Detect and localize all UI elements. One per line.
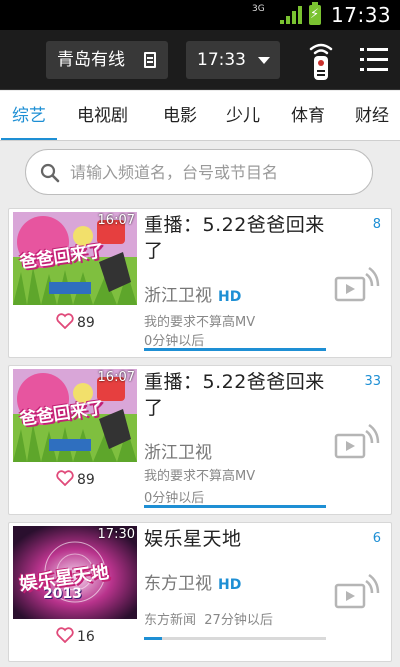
progress-bar	[144, 637, 326, 640]
program-title: 娱乐星天地	[144, 528, 242, 550]
program-title: 重播：5.22爸爸回来了	[144, 371, 325, 419]
program-name: 东方新闻 27分钟以后	[144, 613, 273, 628]
heart-icon	[56, 627, 74, 643]
cast-tv-icon[interactable]	[334, 421, 380, 461]
tab-kids[interactable]: 少儿	[215, 91, 271, 140]
program-title: 重播：5.22爸爸回来了	[144, 214, 325, 262]
like-count[interactable]: 89	[56, 313, 95, 333]
category-tabs: 综艺 电视剧 电影 少儿 体育 财经	[0, 91, 400, 141]
heart-icon	[56, 313, 74, 329]
region-label: 青岛有线	[57, 50, 125, 70]
viewer-count: 6	[372, 531, 381, 546]
viewer-count: 33	[364, 374, 381, 389]
signal-icon	[280, 6, 302, 24]
program-card[interactable]: 爸爸回来了 16:07 89 重播：5.22爸爸回来了 浙江卫视 HD 我的要求不…	[8, 208, 392, 358]
thumbnail-time: 17:30	[97, 527, 135, 542]
program-thumbnail: 爸爸回来了 16:07	[13, 369, 137, 462]
channel-name: 浙江卫视 HD	[144, 286, 242, 306]
progress-bar	[144, 348, 326, 351]
network-type: 3G	[252, 4, 265, 14]
time-info: 0分钟以后	[144, 334, 205, 349]
search-input[interactable]	[70, 158, 360, 186]
progress-fill	[144, 348, 326, 351]
cast-tv-icon[interactable]	[334, 571, 380, 611]
program-name: 我的要求不算高MV	[144, 469, 256, 484]
status-bar: 3G ⚡ 17:33	[0, 0, 400, 30]
program-card[interactable]: 娱乐星天地 2013 17:30 16 娱乐星天地 东方卫视 HD 东方新闻 27…	[8, 522, 392, 662]
tab-variety[interactable]: 综艺	[1, 91, 57, 140]
program-card[interactable]: 爸爸回来了 16:07 89 重播：5.22爸爸回来了 浙江卫视 我的要求不算高…	[8, 365, 392, 515]
viewer-count: 8	[372, 217, 381, 232]
cast-tv-icon[interactable]	[334, 264, 380, 304]
thumbnail-time: 16:07	[97, 370, 135, 385]
program-thumbnail: 娱乐星天地 2013 17:30	[13, 526, 137, 619]
like-count[interactable]: 89	[56, 470, 95, 490]
time-label: 17:33	[197, 50, 246, 70]
top-bar: 青岛有线 17:33	[0, 30, 400, 90]
program-name: 我的要求不算高MV	[144, 315, 256, 330]
tab-tv-series[interactable]: 电视剧	[66, 91, 139, 140]
channel-name: 浙江卫视	[144, 443, 212, 463]
tab-finance[interactable]: 财经	[344, 91, 400, 140]
thumbnail-time: 16:07	[97, 213, 135, 228]
battery-icon: ⚡	[309, 2, 321, 25]
time-selector[interactable]: 17:33	[186, 41, 280, 79]
time-info: 0分钟以后	[144, 491, 205, 506]
like-count[interactable]: 16	[56, 627, 95, 647]
heart-icon	[56, 470, 74, 486]
region-button[interactable]: 青岛有线	[46, 41, 168, 79]
tab-sports[interactable]: 体育	[280, 91, 336, 140]
remote-control-icon[interactable]	[305, 41, 337, 81]
progress-fill	[144, 505, 326, 508]
hd-badge: HD	[218, 289, 242, 305]
program-thumbnail: 爸爸回来了 16:07	[13, 212, 137, 305]
chevron-down-icon	[258, 57, 270, 64]
channel-name: 东方卫视 HD	[144, 574, 242, 594]
thumbnail-year: 2013	[43, 586, 82, 602]
progress-bar	[144, 505, 326, 508]
time-info: 27分钟以后	[204, 613, 273, 628]
guide-icon	[144, 52, 156, 68]
status-clock: 17:33	[331, 3, 392, 27]
search-icon	[40, 163, 60, 183]
hd-badge: HD	[218, 577, 242, 593]
search-box[interactable]	[25, 149, 373, 195]
progress-fill	[144, 637, 163, 640]
tab-movies[interactable]: 电影	[152, 91, 208, 140]
menu-icon[interactable]	[360, 47, 388, 73]
